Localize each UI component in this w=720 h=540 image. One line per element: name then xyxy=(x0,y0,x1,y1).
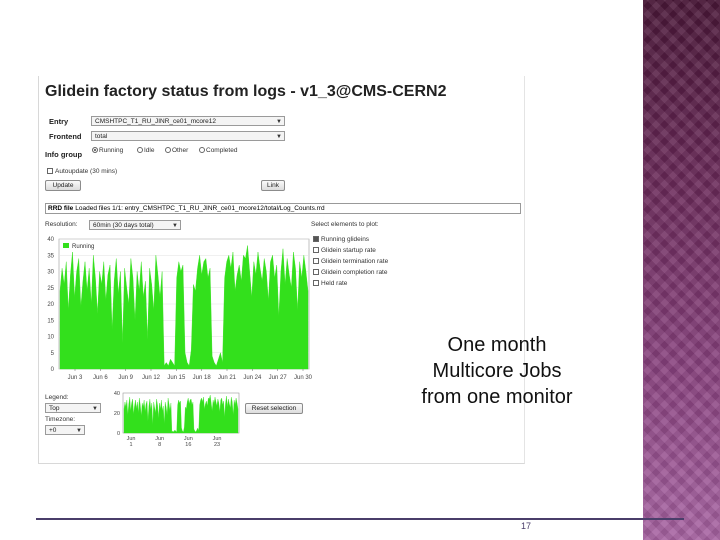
autoupdate-checkbox[interactable]: Autoupdate (30 mins) xyxy=(47,168,117,175)
legend-select-value: Top xyxy=(49,405,60,412)
y-tick-label: 35 xyxy=(47,253,54,259)
caption-line: Multicore Jobs xyxy=(432,360,562,382)
link-button[interactable]: Link xyxy=(261,180,285,191)
y-tick-label: 10 xyxy=(47,335,54,341)
caption-line: from one monitor xyxy=(421,386,573,408)
frontend-label: Frontend xyxy=(49,132,82,141)
legend-label: Legend: xyxy=(45,394,69,401)
page-title: Glidein factory status from logs - v1_3@… xyxy=(45,83,447,100)
decorative-side-panel xyxy=(643,0,720,540)
info-group-radio-completed[interactable]: Completed xyxy=(199,147,237,154)
chevron-down-icon: ▼ xyxy=(276,119,282,125)
update-button[interactable]: Update xyxy=(45,180,81,191)
plot-element-completion-rate[interactable]: Glidein completion rate xyxy=(313,269,387,276)
rrd-file-field[interactable]: RRD file Loaded files 1/1: entry_CMSHTPC_… xyxy=(45,203,521,214)
autoupdate-label: Autoupdate (30 mins) xyxy=(55,168,118,175)
y-tick-label: 40 xyxy=(47,237,54,243)
radio-icon xyxy=(199,147,205,154)
radio-label: Completed xyxy=(206,147,238,154)
mini-x-tick-label-day: 8 xyxy=(158,442,161,448)
plot-element-label: Glidein startup rate xyxy=(321,247,376,254)
mini-x-tick-label-day: 16 xyxy=(185,442,191,448)
x-tick-label: Jun 15 xyxy=(167,375,186,381)
mini-x-tick-label-day: 1 xyxy=(129,442,132,448)
radio-icon xyxy=(137,147,143,154)
y-tick-label: 25 xyxy=(47,286,54,292)
legend-select[interactable]: Top ▼ xyxy=(45,403,101,413)
y-tick-label: 20 xyxy=(47,302,54,308)
x-tick-label: Jun 27 xyxy=(269,375,288,381)
radio-label: Running xyxy=(99,147,124,154)
entry-select-value: CMSHTPC_T1_RU_JINR_ce01_mcore12 xyxy=(95,118,217,125)
info-group-radio-running[interactable]: Running xyxy=(92,147,123,154)
chevron-down-icon: ▼ xyxy=(76,428,82,434)
plot-element-running-glideins[interactable]: Running glideins xyxy=(313,236,369,243)
x-tick-label: Jun 3 xyxy=(68,375,83,381)
legend-swatch-running xyxy=(63,243,69,248)
timezone-select-value: +0 xyxy=(49,427,57,434)
x-tick-label: Jun 12 xyxy=(142,375,161,381)
radio-label: Other xyxy=(172,147,189,154)
reset-selection-button[interactable]: Reset selection xyxy=(245,403,303,414)
checkbox-icon xyxy=(47,168,53,175)
rrd-file-label: RRD file xyxy=(48,205,74,212)
chevron-down-icon: ▼ xyxy=(276,134,282,140)
info-group-label: Info group xyxy=(45,150,83,159)
frontend-select-value: total xyxy=(95,133,108,140)
radio-icon xyxy=(165,147,171,154)
mini-y-tick-label: 0 xyxy=(117,431,120,437)
x-tick-label: Jun 30 xyxy=(294,375,313,381)
footer-divider xyxy=(36,518,684,520)
chevron-down-icon: ▼ xyxy=(172,223,178,229)
overview-range-chart[interactable]: 02040Jun1Jun8Jun16Jun23 xyxy=(107,390,247,452)
x-tick-label: Jun 21 xyxy=(218,375,237,381)
page-number: 17 xyxy=(521,521,532,531)
radio-label: Idle xyxy=(144,147,155,154)
resolution-label: Resolution: xyxy=(45,221,78,228)
frontend-select[interactable]: total ▼ xyxy=(91,131,285,141)
resolution-select[interactable]: 60min (30 days total) ▼ xyxy=(89,220,181,230)
y-tick-label: 5 xyxy=(51,351,55,357)
x-tick-label: Jun 18 xyxy=(193,375,212,381)
slide-caption: One month Multicore Jobs from one monito… xyxy=(388,332,606,410)
radio-icon xyxy=(92,147,98,154)
legend-label-running: Running xyxy=(72,244,94,250)
x-tick-label: Jun 24 xyxy=(243,375,262,381)
y-tick-label: 0 xyxy=(51,367,55,373)
entry-select[interactable]: CMSHTPC_T1_RU_JINR_ce01_mcore12 ▼ xyxy=(91,116,285,126)
y-tick-label: 30 xyxy=(47,270,54,276)
mini-y-tick-label: 20 xyxy=(114,411,120,417)
x-tick-label: Jun 9 xyxy=(118,375,133,381)
running-glideins-chart[interactable]: 0 5 10 15 20 25 30 35 40 Jun 3 Jun 6 Jun 9 Jun 12 Jun… xyxy=(39,231,314,386)
mini-x-tick-label-day: 23 xyxy=(214,442,220,448)
rrd-file-value: Loaded files 1/1: entry_CMSHTPC_T1_RU_JI… xyxy=(75,205,325,212)
plot-element-label: Running glideins xyxy=(321,236,370,243)
plot-element-label: Glidein termination rate xyxy=(321,258,389,265)
entry-label: Entry xyxy=(49,117,69,126)
info-group-radio-other[interactable]: Other xyxy=(165,147,188,154)
info-group-radio-idle[interactable]: Idle xyxy=(137,147,154,154)
timezone-select[interactable]: +0 ▼ xyxy=(45,425,85,435)
plot-element-label: Held rate xyxy=(321,280,348,287)
mini-y-tick-label: 40 xyxy=(114,391,120,397)
x-tick-label: Jun 6 xyxy=(93,375,108,381)
timezone-label: Timezone: xyxy=(45,416,76,423)
chevron-down-icon: ▼ xyxy=(92,406,98,412)
plot-element-startup-rate[interactable]: Glidein startup rate xyxy=(313,247,376,254)
y-tick-label: 15 xyxy=(47,318,54,324)
select-elements-label: Select elements to plot: xyxy=(311,221,379,228)
caption-line: One month xyxy=(447,334,547,356)
plot-element-termination-rate[interactable]: Glidein termination rate xyxy=(313,258,388,265)
resolution-select-value: 60min (30 days total) xyxy=(93,222,154,229)
plot-element-held-rate[interactable]: Held rate xyxy=(313,280,347,287)
plot-element-label: Glidein completion rate xyxy=(321,269,388,276)
